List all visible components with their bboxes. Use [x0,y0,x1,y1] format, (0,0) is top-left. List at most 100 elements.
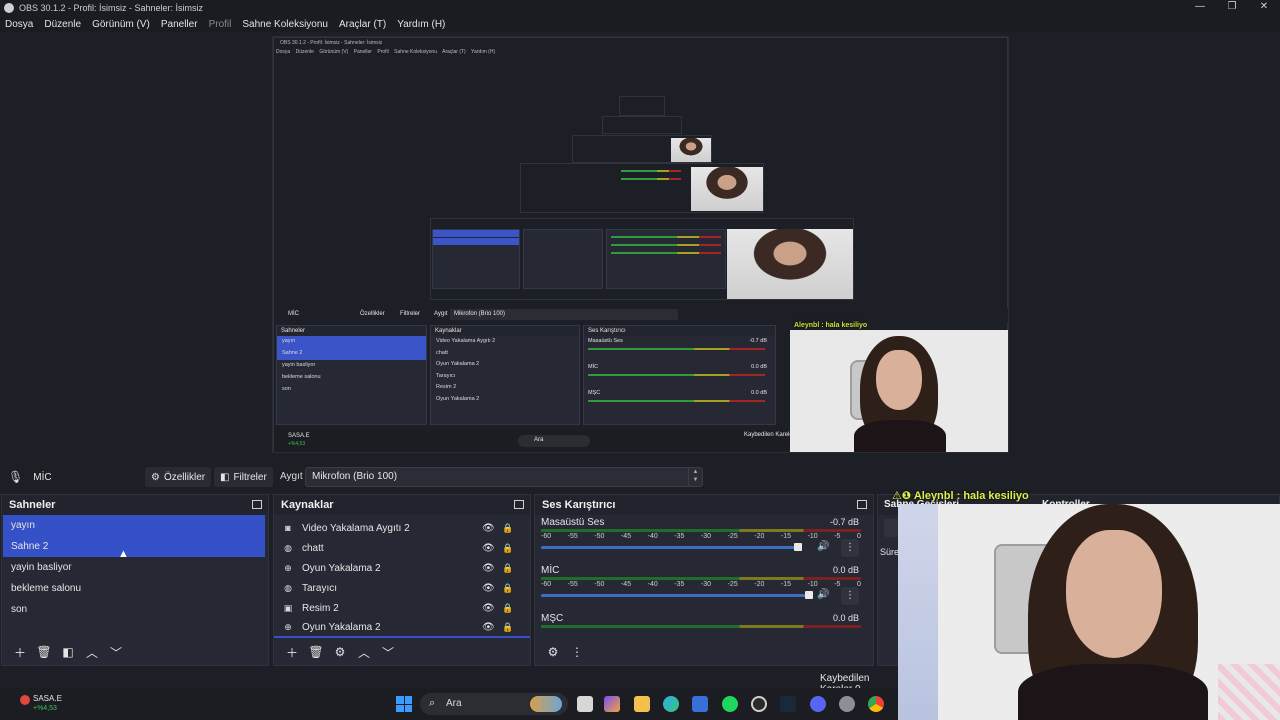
eye-icon[interactable]: 👁 [482,603,495,614]
nested-mixer-title: Ses Karıştırıcı [584,326,775,336]
tick-label: -60 [541,533,552,540]
spotify-icon[interactable] [722,696,738,712]
nested-source-item: chatt [436,349,448,356]
volume-slider[interactable] [541,594,811,597]
source-item[interactable]: ◍ chatt 👁 🔒 [274,538,530,558]
eye-icon[interactable]: 👁 [482,622,495,633]
trash-icon[interactable]: 🗑 [304,643,328,661]
gamepad-icon: ⊕ [284,562,292,573]
volume-slider-handle[interactable] [794,543,802,551]
tick-label: -50 [594,533,605,540]
taskbar-search[interactable]: ⌕ Ara [420,693,568,715]
scene-item[interactable]: yayin basliyor [3,557,265,578]
store-icon[interactable] [692,696,708,712]
scene-item[interactable]: son [3,599,265,620]
add-icon[interactable]: ＋ [280,643,304,661]
volume-slider[interactable] [541,546,799,549]
copilot-icon[interactable] [604,696,620,712]
menu-file[interactable]: Dosya [5,19,33,30]
eye-icon[interactable]: 👁 [482,563,495,574]
minimize-button[interactable]: — [1184,0,1216,16]
obs-icon[interactable] [751,696,767,712]
tick-label: -20 [754,581,765,588]
menu-bar: Dosya Düzenle Görünüm (V) Paneller Profi… [0,16,1280,32]
source-list: ◙ Video Yakalama Aygıtı 2 👁 🔒 ◍ chatt 👁 … [274,515,530,638]
menu-scene-collection[interactable]: Sahne Koleksiyonu [242,19,328,30]
close-button[interactable]: ✕ [1248,0,1280,16]
source-item[interactable]: ⊕ Oyun Yakalama 2 👁 🔒 [274,558,530,578]
undock-icon[interactable] [857,500,867,509]
filters-button[interactable]: ◧ Filtreler [214,467,273,487]
nested-scene-item: son [282,386,291,392]
windows-start-icon[interactable] [396,696,412,712]
scenes-title: Sahneler [9,499,56,511]
tick-label: -40 [647,533,658,540]
menu-docks[interactable]: Paneller [161,19,198,30]
source-item[interactable]: ▣ Resim 2 👁 🔒 [274,598,530,618]
tick-label: -40 [647,581,658,588]
filter-icon[interactable]: ◧ [56,643,80,661]
lock-icon[interactable]: 🔒 [502,543,513,554]
nested-mixer-mini [606,229,726,289]
preview-canvas[interactable]: OBS 30.1.2 - Profil: İsimsiz - Sahneler:… [272,36,1009,453]
sources-footer: ＋ 🗑 ⚙ ︿ ﹀ [274,639,530,665]
more-options-icon[interactable]: ⋮ [565,643,589,661]
more-options-icon[interactable]: ⋮ [841,587,859,605]
chevron-down-icon[interactable]: ﹀ [104,643,128,661]
source-item[interactable]: ⊕ Oyun Yakalama 2 👁 🔒 [274,618,530,638]
lock-icon[interactable]: 🔒 [502,563,513,574]
source-item[interactable]: ◙ Video Yakalama Aygıtı 2 👁 🔒 [274,518,530,538]
nested-sources-title: Kaynaklar [431,326,579,336]
file-explorer-icon[interactable] [634,696,650,712]
properties-button[interactable]: ⚙ Özellikler [145,467,212,487]
lock-icon[interactable]: 🔒 [502,523,513,534]
stock-change: +%4,53 [33,705,57,712]
advanced-audio-gear-icon[interactable]: ⚙ [541,643,565,661]
lock-icon[interactable]: 🔒 [502,583,513,594]
eye-icon[interactable]: 👁 [482,543,495,554]
chevron-up-icon[interactable]: ︿ [352,643,376,661]
eye-icon[interactable]: 👁 [482,523,495,534]
nested-source-item: Oyun Yakalama 2 [436,361,480,367]
scene-item[interactable]: Sahne 2 [3,536,265,557]
nested-device-label: Aygıt [434,311,448,317]
chrome-icon[interactable] [868,696,884,712]
preview-area[interactable]: OBS 30.1.2 - Profil: İsimsiz - Sahneler:… [0,32,1280,464]
undock-icon[interactable] [252,500,262,509]
source-label: Resim 2 [302,602,339,614]
sources-dock-header: Kaynaklar [274,495,530,515]
nested-menu-item: Paneller [353,49,372,55]
add-icon[interactable]: ＋ [8,643,32,661]
steam-icon[interactable] [780,696,796,712]
maximize-button[interactable]: ❐ [1216,0,1248,16]
lock-icon[interactable]: 🔒 [502,622,513,633]
trash-icon[interactable]: 🗑 [32,643,56,661]
nested-scene-item: yayın [277,336,426,348]
settings-icon[interactable] [839,696,855,712]
device-select[interactable]: Mikrofon (Brio 100) ▲ ▼ [305,467,703,487]
menu-edit[interactable]: Düzenle [44,19,81,30]
menu-view[interactable]: Görünüm (V) [92,19,150,30]
eye-icon[interactable]: 👁 [482,583,495,594]
scene-item[interactable]: yayın [3,515,265,536]
scene-item[interactable]: bekleme salonu [3,578,265,599]
source-item[interactable]: ◍ Tarayıcı 👁 🔒 [274,578,530,598]
menu-tools[interactable]: Araçlar (T) [339,19,386,30]
menu-help[interactable]: Yardım (H) [397,19,445,30]
task-view-icon[interactable] [577,696,593,712]
chevron-up-icon[interactable]: ︿ [80,643,104,661]
undock-icon[interactable] [514,500,524,509]
discord-icon[interactable] [810,696,826,712]
chevron-down-icon[interactable]: ﹀ [376,643,400,661]
lock-icon[interactable]: 🔒 [502,603,513,614]
speaker-icon[interactable]: 🔊 [817,541,829,552]
nested-webcam-feed [790,330,1008,452]
more-options-icon[interactable]: ⋮ [841,539,859,557]
scene-label: yayın [11,520,35,531]
edge-icon[interactable] [663,696,679,712]
menu-profile[interactable]: Profil [209,19,232,30]
volume-slider-handle[interactable] [805,591,813,599]
speaker-icon[interactable]: 🔊 [817,589,829,600]
gear-icon[interactable]: ⚙ [328,643,352,661]
tick-label: -30 [700,533,712,540]
